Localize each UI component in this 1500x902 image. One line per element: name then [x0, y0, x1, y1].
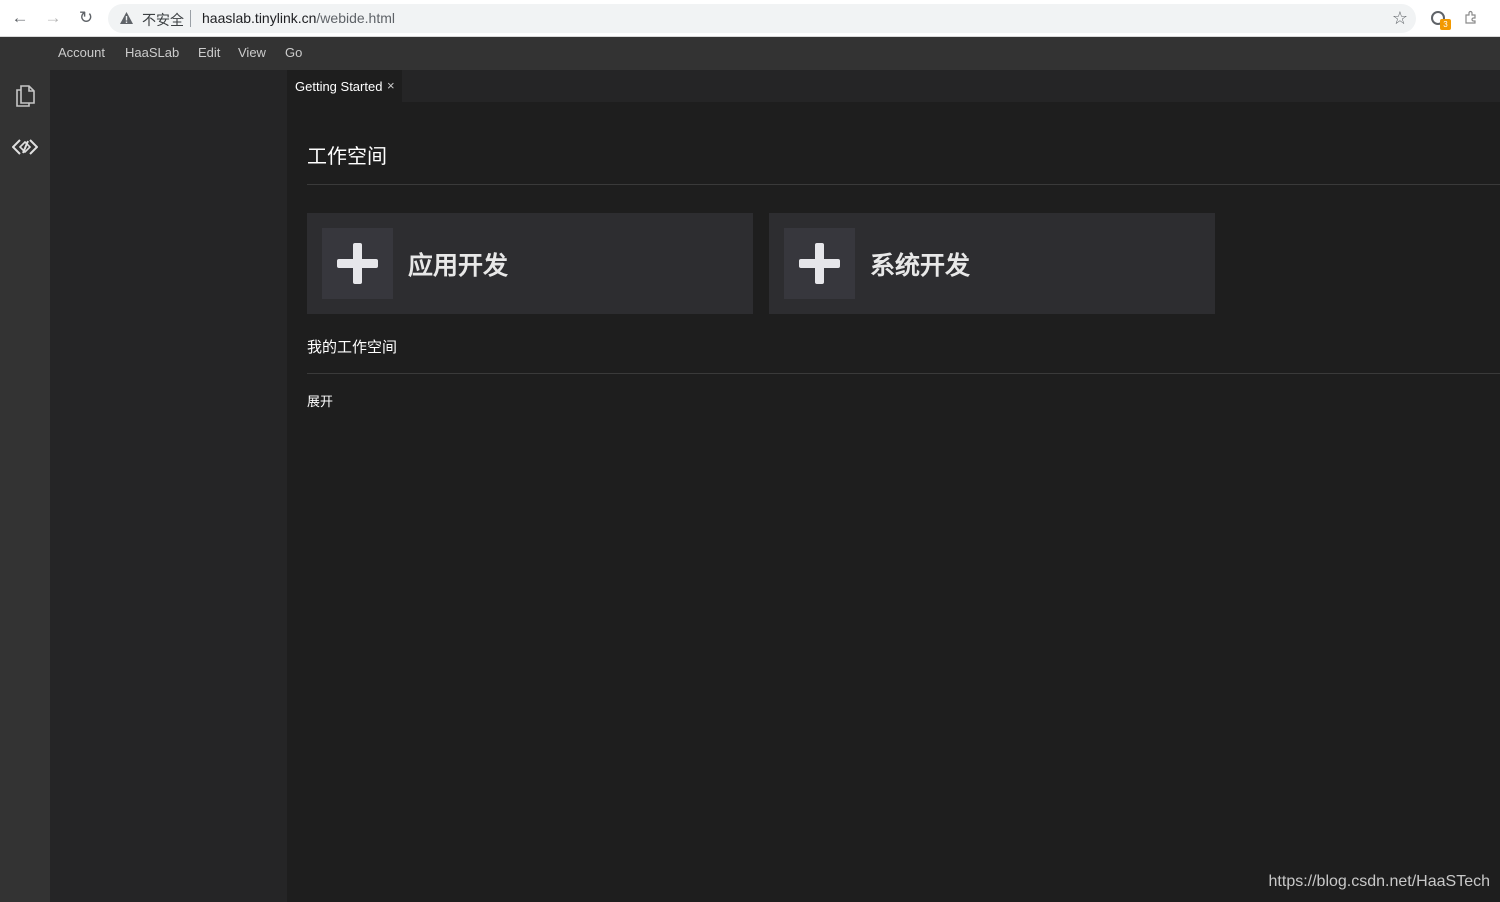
plus-icon [337, 243, 378, 284]
divider [307, 184, 1500, 185]
menu-go[interactable]: Go [285, 45, 302, 60]
menu-view[interactable]: View [238, 45, 266, 60]
star-icon[interactable]: ☆ [1392, 8, 1408, 28]
editor-tab-bar: Getting Started × [287, 70, 1500, 102]
puzzle-icon[interactable] [1463, 9, 1483, 29]
close-icon[interactable]: × [387, 78, 395, 93]
menu-edit[interactable]: Edit [198, 45, 220, 60]
menu-bar: Account HaaSLab Edit View Go [0, 37, 1500, 70]
card-label: 系统开发 [870, 251, 971, 280]
page-title: 工作空间 [307, 144, 387, 168]
activity-bar [0, 70, 50, 902]
plus-icon-box [322, 228, 393, 299]
source-control-icon[interactable] [12, 134, 38, 160]
warning-icon[interactable] [119, 11, 134, 25]
separator [190, 10, 191, 27]
extension-icon[interactable]: 3 [1430, 9, 1451, 30]
tab-getting-started[interactable]: Getting Started × [287, 70, 403, 102]
my-workspaces-title: 我的工作空间 [307, 338, 398, 356]
divider [307, 373, 1500, 374]
browser-toolbar: ← → ↻ 不安全 haaslab.tinylink.cn/webide.htm… [0, 0, 1500, 37]
forward-icon[interactable]: → [42, 8, 64, 28]
watermark: https://blog.csdn.net/HaaSTech [1268, 873, 1490, 890]
explorer-icon[interactable] [12, 83, 38, 109]
app-development-card[interactable]: 应用开发 [307, 213, 753, 314]
menu-haaslab[interactable]: HaaSLab [125, 45, 179, 60]
editor-area: 工作空间 应用开发 系统开发 我的工作空间 展开 [287, 102, 1500, 902]
system-development-card[interactable]: 系统开发 [769, 213, 1215, 314]
menu-account[interactable]: Account [58, 45, 105, 60]
address-bar[interactable]: 不安全 haaslab.tinylink.cn/webide.html ☆ [108, 4, 1416, 33]
url-text[interactable]: haaslab.tinylink.cn/webide.html [202, 10, 395, 26]
card-label: 应用开发 [408, 251, 509, 280]
reload-icon[interactable]: ↻ [75, 8, 97, 28]
side-panel [50, 70, 287, 902]
url-host: haaslab.tinylink.cn [202, 10, 317, 26]
plus-icon [799, 243, 840, 284]
tab-label: Getting Started [295, 79, 383, 94]
back-icon[interactable]: ← [9, 8, 31, 28]
plus-icon-box [784, 228, 855, 299]
url-path: /webide.html [316, 10, 395, 26]
extension-badge: 3 [1440, 19, 1451, 30]
expand-link[interactable]: 展开 [307, 391, 333, 410]
security-label[interactable]: 不安全 [142, 10, 184, 30]
